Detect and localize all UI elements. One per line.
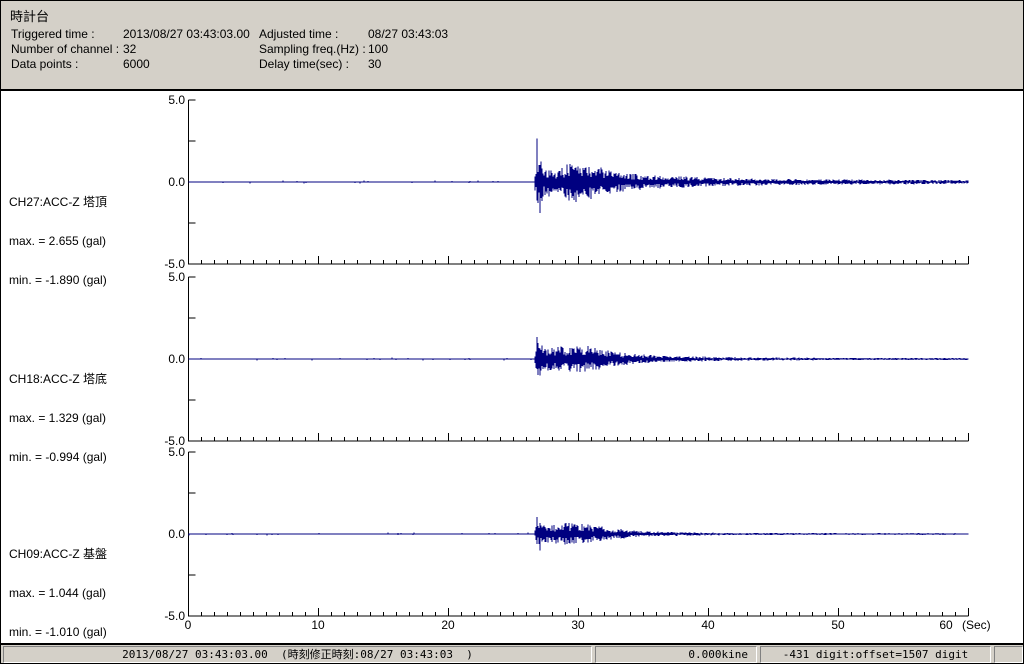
app-window: 時計台 Triggered time : 2013/08/27 03:43:03… [0, 0, 1024, 664]
status-kine-value: 0.000kine [595, 646, 757, 663]
y-axis-label: -5.0 [164, 257, 185, 271]
station-title: 時計台 [10, 9, 50, 24]
y-axis-label: 0.0 [168, 352, 185, 366]
x-axis-label: 60 [939, 618, 953, 632]
y-axis-label: 0.0 [168, 175, 185, 189]
adjusted-time-value: 08/27 03:43:03 [368, 27, 449, 41]
adjusted-time-label: Adjusted time : [259, 27, 339, 41]
header-panel: 時計台 Triggered time : 2013/08/27 03:43:03… [1, 1, 1023, 89]
channel-count-value: 32 [123, 42, 137, 56]
status-bar: 2013/08/27 03:43:03.00 (時刻修正時刻:08/27 03:… [1, 645, 1023, 663]
status-empty-cell [994, 646, 1023, 663]
channel-info-ch09: CH09:ACC-Z 基盤 max. = 1.044 (gal) min. = … [9, 522, 179, 663]
channel-name: CH18:ACC-Z 塔底 [9, 372, 108, 386]
y-axis-label: 5.0 [168, 445, 185, 459]
channel-info-ch27: CH27:ACC-Z 塔頂 max. = 2.655 (gal) min. = … [9, 170, 179, 313]
waveform-trace-1 [188, 138, 969, 213]
x-axis-label: 20 [441, 618, 455, 632]
channel-max: max. = 1.329 (gal) [9, 411, 107, 425]
sampling-freq-label: Sampling freq.(Hz) : [259, 42, 366, 56]
channel-name: CH27:ACC-Z 塔頂 [9, 195, 108, 209]
x-axis-label: 0 [184, 618, 192, 632]
data-points-label: Data points : [11, 57, 79, 71]
status-timestamp: 2013/08/27 03:43:03.00 (時刻修正時刻:08/27 03:… [3, 646, 592, 663]
x-axis-unit-label: (Sec) [962, 618, 991, 632]
delay-time-value: 30 [368, 57, 382, 71]
y-axis-label: 5.0 [168, 93, 185, 107]
y-axis-label: 5.0 [168, 270, 185, 284]
status-digit-offset: -431 digit:offset=1507 digit [760, 646, 991, 663]
x-axis-label: 40 [701, 618, 715, 632]
channel-min: min. = -1.010 (gal) [9, 625, 107, 639]
triggered-time-label: Triggered time : [11, 27, 95, 41]
channel-name: CH09:ACC-Z 基盤 [9, 547, 108, 561]
x-axis-label: 50 [831, 618, 845, 632]
y-axis-label: 0.0 [168, 527, 185, 541]
channel-info-ch18: CH18:ACC-Z 塔底 max. = 1.329 (gal) min. = … [9, 347, 179, 490]
waveform-trace-2 [188, 337, 969, 376]
triggered-time-value: 2013/08/27 03:43:03.00 [123, 27, 250, 41]
channel-max: max. = 1.044 (gal) [9, 586, 107, 600]
data-points-value: 6000 [123, 57, 150, 71]
x-axis-label: 10 [311, 618, 325, 632]
x-axis-label: 30 [571, 618, 585, 632]
waveform-trace-3 [188, 516, 969, 551]
channel-max: max. = 2.655 (gal) [9, 234, 107, 248]
channel-count-label: Number of channel : [11, 42, 120, 56]
chart-panel: CH27:ACC-Z 塔頂 max. = 2.655 (gal) min. = … [1, 89, 1023, 645]
delay-time-label: Delay time(sec) : [259, 57, 350, 71]
sampling-freq-value: 100 [368, 42, 389, 56]
